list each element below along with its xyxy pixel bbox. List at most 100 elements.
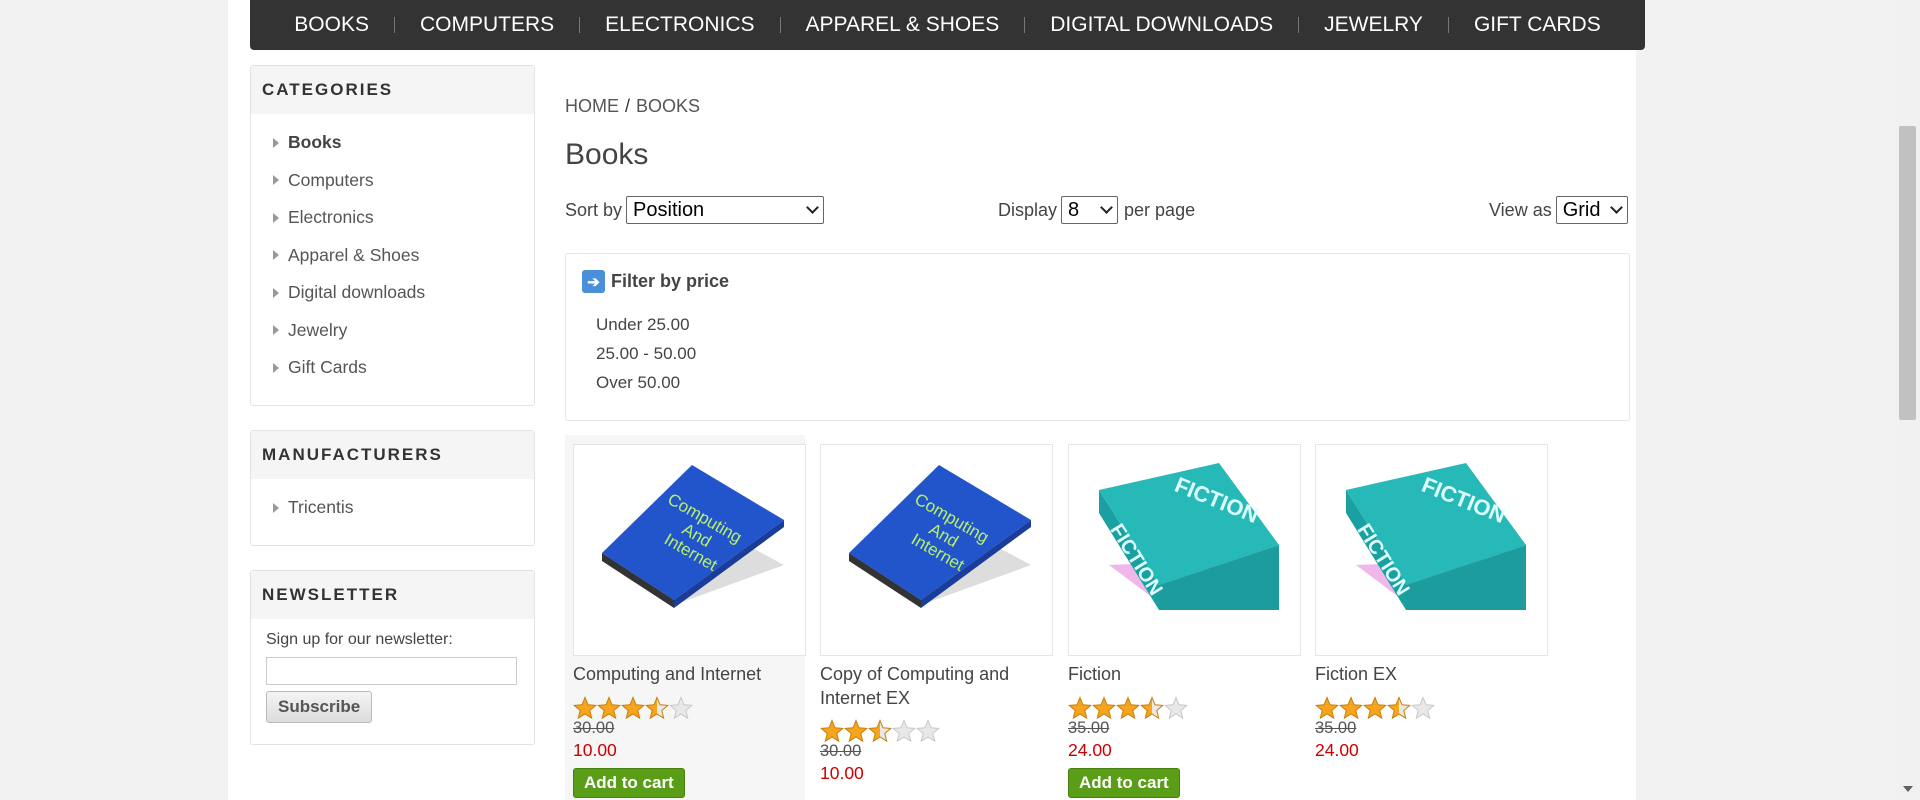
sort-value: Position [633, 198, 705, 221]
category-label: Jewelry [288, 319, 348, 340]
product-old-price: 35.00 [1068, 719, 1110, 737]
menu-books[interactable]: BOOKS [269, 13, 394, 37]
breadcrumb-separator: / [625, 96, 631, 116]
add-to-cart-button[interactable]: Add to cart [1068, 768, 1180, 798]
category-jewelry[interactable]: Jewelry [251, 312, 534, 350]
filter-option-25-50[interactable]: 25.00 - 50.00 [596, 339, 696, 368]
menu-electronics[interactable]: ELECTRONICS [580, 13, 779, 37]
menu-jewelry[interactable]: JEWELRY [1299, 13, 1448, 37]
menu-gift-cards[interactable]: GIFT CARDS [1449, 13, 1626, 37]
star-icon [1363, 696, 1387, 720]
product-old-price: 30.00 [573, 719, 615, 737]
top-menu: BOOKS COMPUTERS ELECTRONICS APPAREL & SH… [250, 0, 1645, 50]
manufacturers-block: MANUFACTURERS Tricentis [250, 430, 535, 546]
category-label: Gift Cards [288, 357, 367, 378]
category-computers[interactable]: Computers [251, 162, 534, 200]
star-icon [1164, 696, 1188, 720]
star-icon [621, 696, 645, 720]
bullet-icon [273, 212, 279, 223]
product-title[interactable]: Fiction EX [1315, 662, 1545, 686]
product-rating [820, 719, 940, 743]
add-to-cart-button[interactable]: Add to cart [573, 768, 685, 798]
display-suffix: per page [1124, 199, 1196, 220]
viewas-label: View as [1489, 199, 1552, 220]
breadcrumb-home[interactable]: HOME [565, 96, 619, 116]
star-icon [1068, 696, 1092, 720]
category-gift-cards[interactable]: Gift Cards [251, 349, 534, 387]
viewas-control: View as Grid [1489, 196, 1628, 224]
arrow-right-icon: ➔ [582, 270, 605, 293]
computing-book-image: Computing And Internet [602, 465, 784, 608]
product-item: Computing And Internet Copy of Computing… [812, 435, 1053, 800]
category-electronics[interactable]: Electronics [251, 199, 534, 237]
filter-title: Filter by price [611, 271, 730, 291]
manufacturer-label: Tricentis [288, 497, 354, 518]
display-select[interactable]: 8 [1061, 196, 1119, 224]
newsletter-block: NEWSLETTER Sign up for our newsletter: S… [250, 570, 535, 745]
product-price: 24.00 [1068, 740, 1112, 760]
breadcrumb-current: BOOKS [636, 96, 701, 116]
menu-computers[interactable]: COMPUTERS [395, 13, 579, 37]
product-rating [1068, 696, 1188, 720]
fiction-book-image: FICTION FICTION [1099, 463, 1279, 610]
sort-label: Sort by [565, 199, 623, 220]
newsletter-label: Sign up for our newsletter: [266, 631, 453, 648]
star-icon [1411, 696, 1435, 720]
product-image[interactable]: Computing And Internet [820, 444, 1053, 656]
display-value: 8 [1068, 198, 1080, 221]
product-image[interactable]: Computing And Internet [573, 444, 806, 656]
product-item: Computing And Internet Computing and Int… [565, 435, 806, 800]
breadcrumb: HOME / BOOKS [565, 96, 700, 117]
manufacturers-title: MANUFACTURERS [251, 431, 534, 479]
product-title[interactable]: Fiction [1068, 662, 1298, 686]
manufacturer-tricentis[interactable]: Tricentis [251, 489, 534, 527]
product-item: FICTION FICTION Fiction 35.00 24.00 Add … [1060, 435, 1301, 800]
page-title: Books [565, 138, 649, 171]
bullet-icon [273, 175, 279, 186]
category-digital-downloads[interactable]: Digital downloads [251, 274, 534, 312]
product-rating [1315, 696, 1435, 720]
menu-apparel-shoes[interactable]: APPAREL & SHOES [781, 13, 1025, 37]
star-icon [892, 719, 916, 743]
scrollbar[interactable] [1895, 0, 1920, 800]
category-label: Apparel & Shoes [288, 244, 420, 265]
filter-option-under-25[interactable]: Under 25.00 [596, 310, 696, 339]
subscribe-button[interactable]: Subscribe [266, 691, 373, 723]
newsletter-title: NEWSLETTER [251, 571, 534, 619]
scrollbar-thumb[interactable] [1899, 126, 1916, 420]
newsletter-email-input[interactable] [266, 657, 517, 685]
product-image[interactable]: FICTION FICTION [1068, 444, 1301, 656]
chevron-down-icon [1100, 201, 1113, 214]
display-label: Display [998, 199, 1058, 220]
product-old-price: 35.00 [1315, 719, 1357, 737]
menu-digital-downloads[interactable]: DIGITAL DOWNLOADS [1025, 13, 1298, 37]
bullet-icon [273, 325, 279, 336]
star-icon [1315, 696, 1339, 720]
category-label: Books [288, 132, 342, 153]
category-apparel-shoes[interactable]: Apparel & Shoes [251, 237, 534, 275]
categories-block: CATEGORIES Books Computers Electronics A… [250, 65, 535, 406]
star-icon [573, 696, 597, 720]
sort-select[interactable]: Position [626, 196, 825, 224]
star-icon [1092, 696, 1116, 720]
star-icon [844, 719, 868, 743]
filter-header: ➔ Filter by price [582, 270, 729, 293]
viewas-select[interactable]: Grid [1555, 196, 1628, 224]
star-icon [1116, 696, 1140, 720]
viewas-value: Grid [1562, 198, 1601, 221]
product-price: 10.00 [573, 740, 617, 760]
star-icon [916, 719, 940, 743]
product-item: FICTION FICTION Fiction EX 35.00 24.00 [1307, 435, 1548, 800]
product-old-price: 30.00 [820, 742, 862, 760]
star-icon [645, 696, 669, 720]
category-books[interactable]: Books [251, 124, 534, 162]
product-title[interactable]: Computing and Internet [573, 662, 803, 686]
star-icon [820, 719, 844, 743]
bullet-icon [273, 250, 279, 261]
product-image[interactable]: FICTION FICTION [1315, 444, 1548, 656]
filter-option-over-50[interactable]: Over 50.00 [596, 368, 696, 397]
display-control: Display 8 per page [998, 196, 1195, 224]
star-icon [1387, 696, 1411, 720]
product-title[interactable]: Copy of Computing and Internet EX [820, 662, 1050, 710]
scroll-down-arrow-icon[interactable] [1903, 786, 1913, 792]
